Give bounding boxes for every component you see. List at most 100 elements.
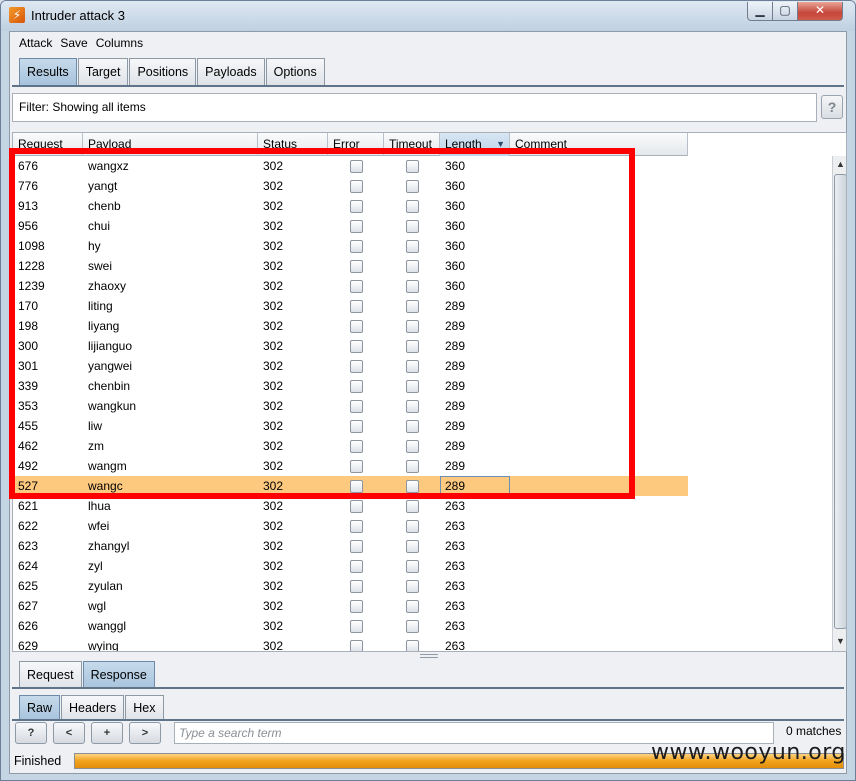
table-row[interactable]: 462 zm 302 289 bbox=[13, 436, 688, 456]
filter-bar[interactable]: Filter: Showing all items bbox=[12, 93, 817, 122]
column-header-status[interactable]: Status bbox=[258, 133, 328, 156]
tab-positions[interactable]: Positions bbox=[129, 58, 197, 85]
column-header-timeout[interactable]: Timeout bbox=[384, 133, 440, 156]
column-header-length[interactable]: Length ▼ bbox=[440, 133, 510, 156]
menu-attack[interactable]: Attack bbox=[19, 36, 52, 50]
checkbox-icon[interactable] bbox=[349, 179, 363, 193]
scroll-down-icon[interactable]: ▼ bbox=[833, 634, 846, 649]
table-row[interactable]: 492 wangm 302 289 bbox=[13, 456, 688, 476]
table-row[interactable]: 913 chenb 302 360 bbox=[13, 196, 688, 216]
checkbox-icon[interactable] bbox=[349, 559, 363, 573]
checkbox-icon[interactable] bbox=[349, 459, 363, 473]
checkbox-icon[interactable] bbox=[405, 279, 419, 293]
checkbox-icon[interactable] bbox=[349, 519, 363, 533]
tab-request[interactable]: Request bbox=[19, 661, 82, 689]
column-header-request[interactable]: Request bbox=[13, 133, 83, 156]
search-next-button[interactable]: > bbox=[129, 722, 161, 744]
tab-hex[interactable]: Hex bbox=[125, 695, 164, 720]
table-scrollbar[interactable]: ▲ ▼ bbox=[832, 156, 846, 651]
tab-response[interactable]: Response bbox=[82, 661, 155, 689]
checkbox-icon[interactable] bbox=[405, 519, 419, 533]
checkbox-icon[interactable] bbox=[349, 199, 363, 213]
column-header-error[interactable]: Error bbox=[328, 133, 384, 156]
checkbox-icon[interactable] bbox=[405, 219, 419, 233]
scroll-thumb[interactable] bbox=[834, 174, 846, 629]
column-header-comment[interactable]: Comment bbox=[510, 133, 688, 156]
checkbox-icon[interactable] bbox=[349, 259, 363, 273]
menu-columns[interactable]: Columns bbox=[96, 36, 143, 50]
table-row[interactable]: 627 wgl 302 263 bbox=[13, 596, 688, 616]
table-row[interactable]: 339 chenbin 302 289 bbox=[13, 376, 688, 396]
checkbox-icon[interactable] bbox=[405, 499, 419, 513]
checkbox-icon[interactable] bbox=[405, 319, 419, 333]
checkbox-icon[interactable] bbox=[405, 379, 419, 393]
table-row[interactable]: 625 zyulan 302 263 bbox=[13, 576, 688, 596]
minimize-button[interactable]: ▁ bbox=[747, 2, 773, 21]
checkbox-icon[interactable] bbox=[349, 319, 363, 333]
title-bar[interactable]: ⚡ Intruder attack 3 ▁ ▢ ✕ bbox=[1, 1, 855, 31]
checkbox-icon[interactable] bbox=[349, 399, 363, 413]
checkbox-icon[interactable] bbox=[405, 339, 419, 353]
checkbox-icon[interactable] bbox=[405, 539, 419, 553]
pane-splitter-handle[interactable] bbox=[420, 654, 438, 658]
checkbox-icon[interactable] bbox=[349, 419, 363, 433]
checkbox-icon[interactable] bbox=[405, 579, 419, 593]
checkbox-icon[interactable] bbox=[349, 299, 363, 313]
close-button[interactable]: ✕ bbox=[797, 2, 843, 21]
table-row[interactable]: 776 yangt 302 360 bbox=[13, 176, 688, 196]
checkbox-icon[interactable] bbox=[349, 499, 363, 513]
checkbox-icon[interactable] bbox=[405, 639, 419, 651]
search-help-button[interactable]: ? bbox=[15, 722, 47, 744]
checkbox-icon[interactable] bbox=[349, 599, 363, 613]
table-row[interactable]: 1228 swei 302 360 bbox=[13, 256, 688, 276]
table-row[interactable]: 626 wanggl 302 263 bbox=[13, 616, 688, 636]
table-row[interactable]: 1098 hy 302 360 bbox=[13, 236, 688, 256]
checkbox-icon[interactable] bbox=[405, 239, 419, 253]
checkbox-icon[interactable] bbox=[349, 619, 363, 633]
checkbox-icon[interactable] bbox=[349, 479, 363, 493]
table-row[interactable]: 623 zhangyl 302 263 bbox=[13, 536, 688, 556]
checkbox-icon[interactable] bbox=[349, 579, 363, 593]
column-header-payload[interactable]: Payload bbox=[83, 133, 258, 156]
checkbox-icon[interactable] bbox=[349, 539, 363, 553]
table-row[interactable]: 622 wfei 302 263 bbox=[13, 516, 688, 536]
checkbox-icon[interactable] bbox=[405, 419, 419, 433]
table-row[interactable]: 455 liw 302 289 bbox=[13, 416, 688, 436]
checkbox-icon[interactable] bbox=[349, 219, 363, 233]
checkbox-icon[interactable] bbox=[405, 559, 419, 573]
maximize-button[interactable]: ▢ bbox=[772, 2, 798, 21]
table-row[interactable]: 956 chui 302 360 bbox=[13, 216, 688, 236]
checkbox-icon[interactable] bbox=[405, 159, 419, 173]
table-row[interactable]: 624 zyl 302 263 bbox=[13, 556, 688, 576]
checkbox-icon[interactable] bbox=[405, 619, 419, 633]
scroll-up-icon[interactable]: ▲ bbox=[833, 157, 846, 172]
tab-raw[interactable]: Raw bbox=[19, 695, 61, 720]
search-add-button[interactable]: + bbox=[91, 722, 123, 744]
checkbox-icon[interactable] bbox=[349, 279, 363, 293]
checkbox-icon[interactable] bbox=[405, 179, 419, 193]
tab-options[interactable]: Options bbox=[265, 58, 325, 85]
checkbox-icon[interactable] bbox=[405, 439, 419, 453]
tab-target[interactable]: Target bbox=[77, 58, 129, 85]
tab-results[interactable]: Results bbox=[19, 58, 77, 85]
table-row[interactable]: 527 wangc 302 289 bbox=[13, 476, 688, 496]
table-row[interactable]: 629 wying 302 263 bbox=[13, 636, 688, 651]
table-row[interactable]: 300 lijianguo 302 289 bbox=[13, 336, 688, 356]
checkbox-icon[interactable] bbox=[349, 159, 363, 173]
tab-headers[interactable]: Headers bbox=[61, 695, 125, 720]
tab-payloads[interactable]: Payloads bbox=[197, 58, 265, 85]
checkbox-icon[interactable] bbox=[405, 199, 419, 213]
checkbox-icon[interactable] bbox=[405, 459, 419, 473]
table-row[interactable]: 198 liyang 302 289 bbox=[13, 316, 688, 336]
checkbox-icon[interactable] bbox=[349, 639, 363, 651]
checkbox-icon[interactable] bbox=[405, 399, 419, 413]
table-row[interactable]: 170 liting 302 289 bbox=[13, 296, 688, 316]
table-row[interactable]: 621 lhua 302 263 bbox=[13, 496, 688, 516]
checkbox-icon[interactable] bbox=[405, 259, 419, 273]
checkbox-icon[interactable] bbox=[405, 599, 419, 613]
checkbox-icon[interactable] bbox=[349, 379, 363, 393]
checkbox-icon[interactable] bbox=[405, 299, 419, 313]
checkbox-icon[interactable] bbox=[349, 239, 363, 253]
table-row[interactable]: 1239 zhaoxy 302 360 bbox=[13, 276, 688, 296]
filter-help-button[interactable]: ? bbox=[821, 95, 843, 119]
